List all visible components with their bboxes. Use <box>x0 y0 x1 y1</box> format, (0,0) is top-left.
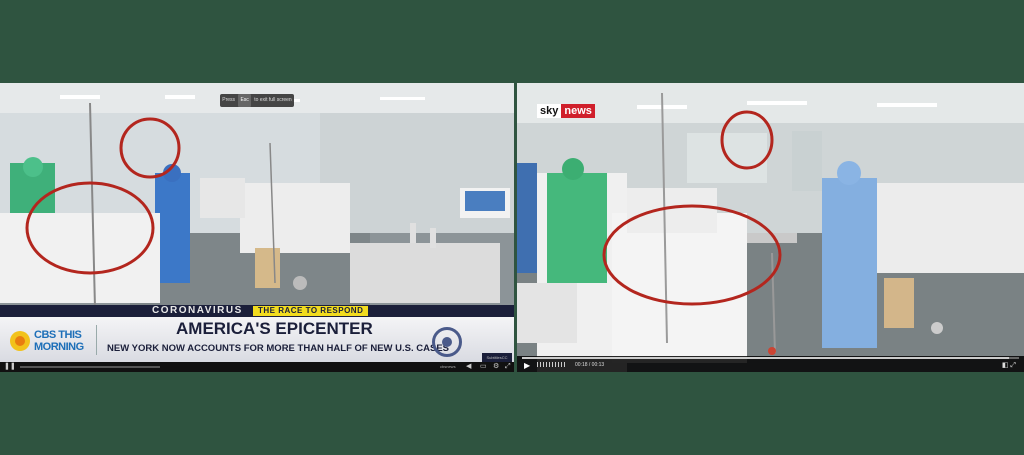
esc-key-label: Esc <box>238 94 251 107</box>
sky-player-controls: ▶ 00:18 / 00:13 ◧ ⤢ <box>517 356 1024 372</box>
headline-text: AMERICA'S EPICENTER <box>176 319 373 338</box>
cbs-sun-icon <box>10 331 30 351</box>
ticker-tag: THE RACE TO RESPOND <box>253 306 369 316</box>
hospital-ward-scene-sky <box>517 83 1024 372</box>
fullscreen-icon[interactable]: ⤢ <box>505 363 511 371</box>
play-icon[interactable]: ▶ <box>524 361 530 370</box>
esc-hint-suffix: to exit full screen <box>254 97 292 103</box>
sky-news-video-panel[interactable]: sky news ▶ 00:18 / 00:13 ◧ ⤢ <box>517 83 1024 372</box>
ticker-bar: CORONAVIRUS THE RACE TO RESPOND <box>0 305 514 317</box>
sky-settings-icon[interactable]: ◧ ⤢ <box>1002 361 1016 370</box>
subtitles-badge[interactable]: SubtitlesCC <box>482 353 512 362</box>
ticker-topic: CORONAVIRUS <box>152 305 243 316</box>
sky-logo-part2: news <box>561 104 595 118</box>
subheadline-text: NEW YORK NOW ACCOUNTS FOR MORE THAN HALF… <box>107 343 449 354</box>
pause-icon[interactable]: ❚❚ <box>4 363 16 371</box>
cbs-site-label: cbsnews <box>440 364 456 369</box>
esc-hint-prefix: Press <box>222 97 236 103</box>
cbs-lower-third: CORONAVIRUS THE RACE TO RESPOND CBS THIS… <box>0 305 514 367</box>
exit-fullscreen-hint: Press Esc to exit full screen <box>220 94 294 107</box>
cbs-player-controls: ❚❚ cbsnews ◀ ▭ ⚙ ⤢ <box>0 362 514 372</box>
show-logo-line1: CBS THIS <box>34 329 82 341</box>
cc-icon[interactable]: ▭ <box>480 363 487 371</box>
gear-icon[interactable]: ⚙ <box>493 363 499 371</box>
sky-time-readout: 00:18 / 00:13 <box>575 362 605 368</box>
sky-logo-part1: sky <box>537 104 562 118</box>
sky-progress-fill <box>522 357 1010 359</box>
sky-progress-track[interactable] <box>522 357 1019 359</box>
volume-slider[interactable] <box>537 362 567 367</box>
cbs-progress-track[interactable] <box>20 366 160 368</box>
cbs-this-morning-logo: CBS THIS MORNING <box>10 327 90 355</box>
logo-divider <box>96 325 97 355</box>
volume-icon[interactable]: ◀ <box>466 363 471 371</box>
show-logo-line2: MORNING <box>34 341 84 353</box>
cbs-video-panel[interactable]: Press Esc to exit full screen CORONAVIRU… <box>0 83 514 372</box>
cbs-eye-icon <box>432 327 462 357</box>
sky-news-logo: sky news <box>537 101 595 118</box>
